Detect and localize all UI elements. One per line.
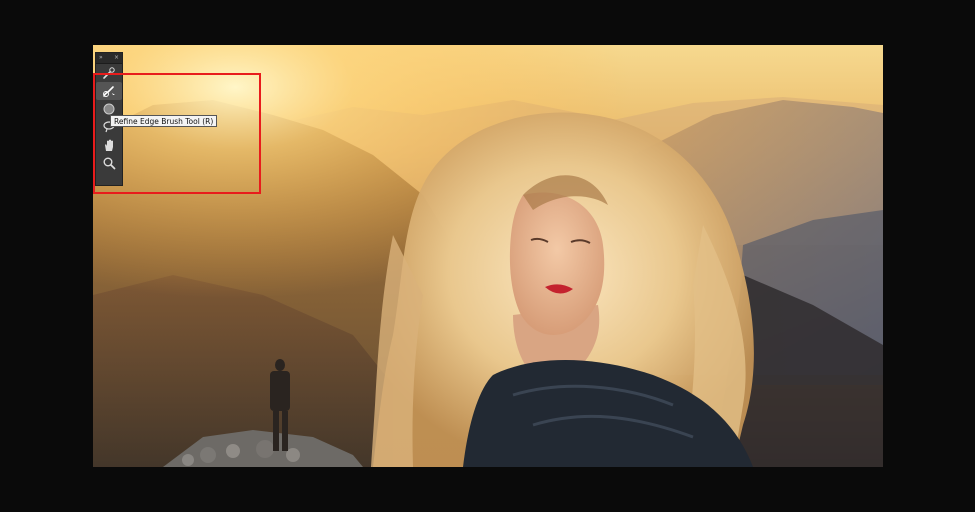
highlight-annotation	[93, 73, 261, 194]
close-icon[interactable]: ×	[114, 55, 119, 61]
toolbox-header[interactable]: » ×	[96, 53, 122, 64]
collapse-icon[interactable]: »	[99, 55, 103, 61]
